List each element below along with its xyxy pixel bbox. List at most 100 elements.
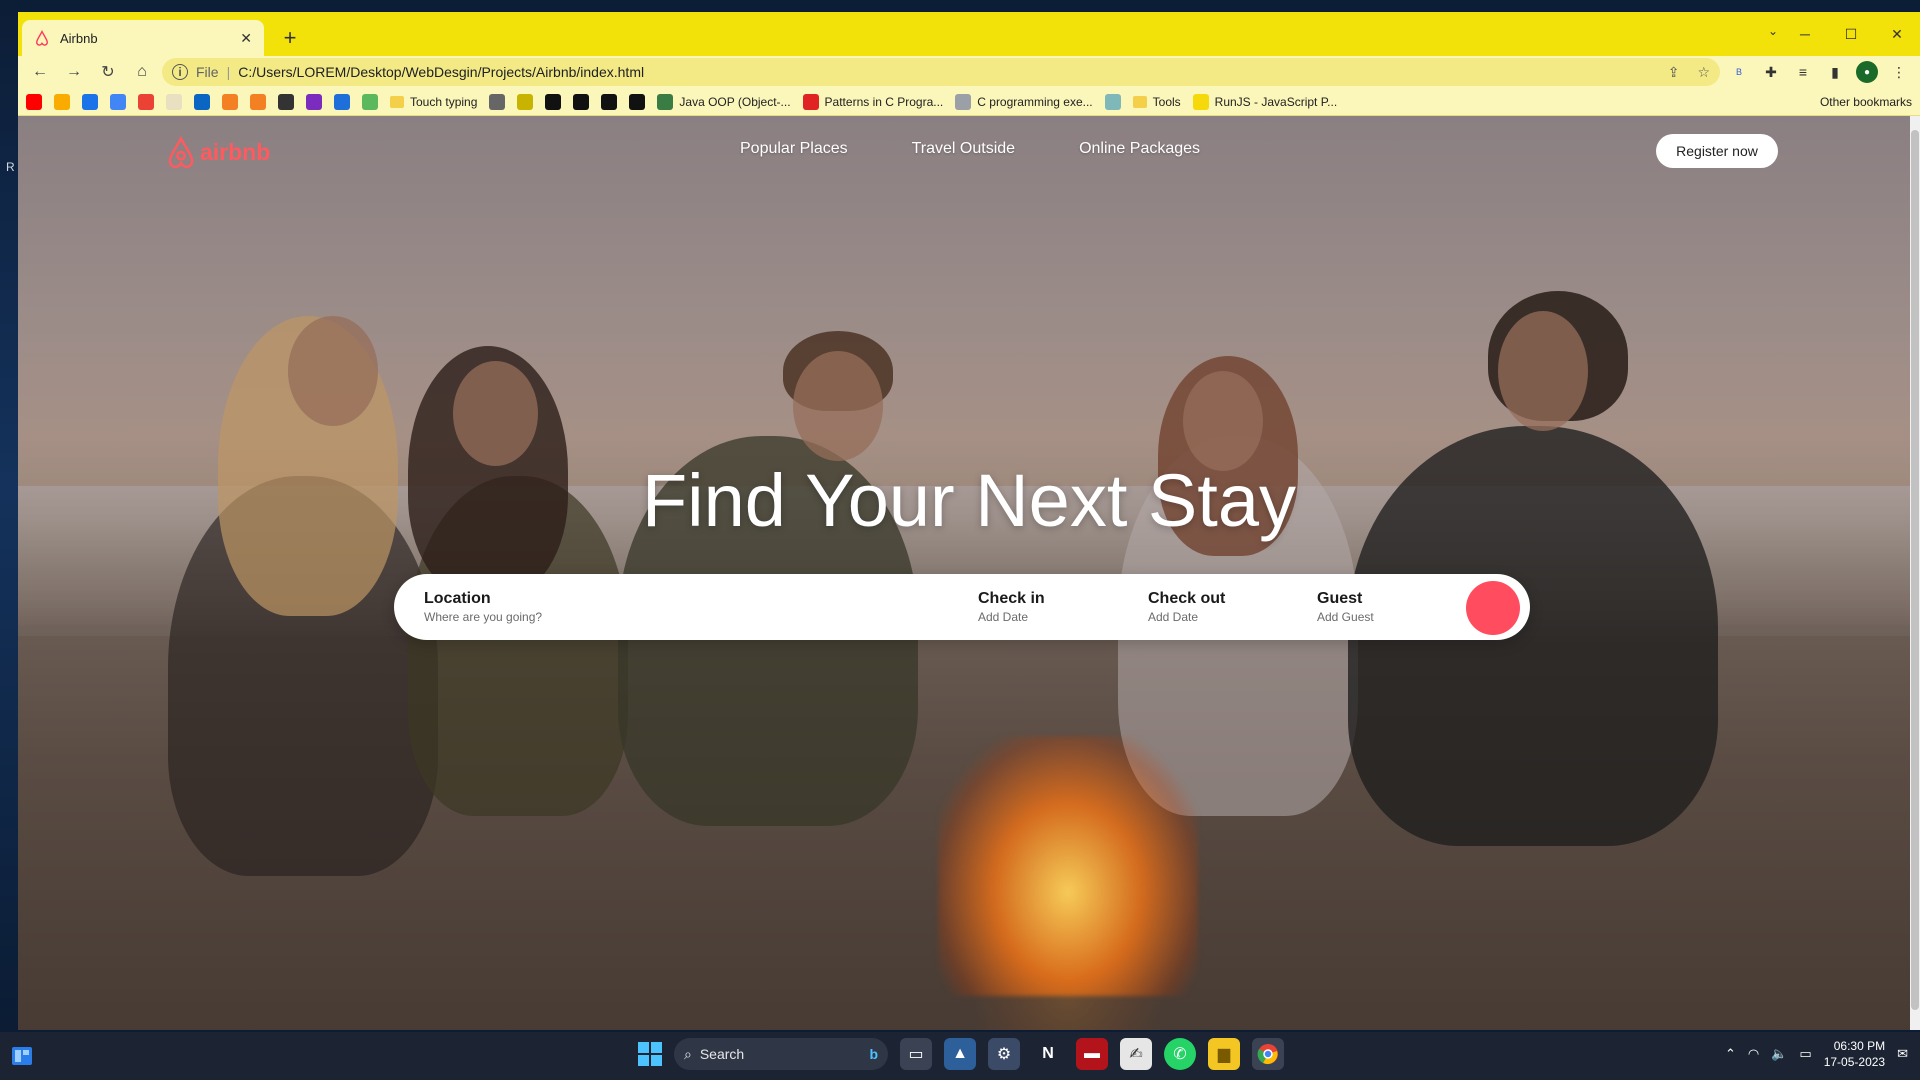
bookmark-item[interactable] [517,93,534,110]
bookmark-favicon-icon [250,93,266,110]
bookmark-item[interactable] [110,93,126,110]
menu-kebab-icon[interactable]: ⋮ [1886,59,1912,85]
bookmark-item[interactable] [362,93,378,110]
share-icon[interactable]: ⇪ [1668,64,1680,81]
page-scrollbar[interactable] [1910,116,1920,1030]
nav-popular-places[interactable]: Popular Places [740,140,848,158]
clock-time: 06:30 PM [1833,1039,1886,1053]
bookmark-label: Touch typing [410,94,478,109]
home-icon[interactable]: ⌂ [128,58,156,86]
register-now-button[interactable]: Register now [1656,134,1778,168]
volume-icon[interactable]: 🔈 [1771,1046,1787,1062]
photos-app-icon[interactable]: ▲ [944,1038,976,1070]
clock[interactable]: 06:30 PM 17-05-2023 [1824,1038,1885,1070]
back-icon[interactable]: ← [26,58,54,86]
checkin-field[interactable]: Check in Add Date [978,590,1045,624]
bookmark-item[interactable] [194,93,210,110]
bookmark-label: Patterns in C Progra... [824,94,944,109]
system-tray: ⌃ ◠ 🔈 ▭ 06:30 PM 17-05-2023 ✉ [1725,1038,1908,1070]
bookmark-item[interactable] [629,93,646,110]
nav-travel-outside[interactable]: Travel Outside [912,140,1015,158]
location-field[interactable]: Location Where are you going? [424,590,542,624]
bookmark-item[interactable] [26,93,42,110]
notifications-icon[interactable]: ✉ [1897,1046,1908,1062]
bookmark-label: C programming exe... [977,94,1093,109]
chrome-icon[interactable] [1252,1038,1284,1070]
windows-start-icon[interactable] [638,1042,662,1066]
minimize-icon[interactable]: ─ [1782,20,1828,48]
bookmark-favicon-icon [545,93,562,110]
widgets-icon[interactable] [10,1044,34,1068]
reading-list-icon[interactable]: ≡ [1790,59,1816,85]
whatsapp-icon[interactable]: ✆ [1164,1038,1196,1070]
bookmark-favicon-icon [573,93,590,110]
notion-app-icon[interactable]: N [1032,1038,1064,1070]
bookmark-item[interactable]: C programming exe... [955,93,1093,110]
search-submit-button[interactable] [1466,581,1520,635]
bookmark-item[interactable] [545,93,562,110]
airbnb-logo[interactable]: airbnb [166,136,270,168]
bookmark-item[interactable]: RunJS - JavaScript P... [1192,93,1337,110]
bookmark-favicon-icon [1104,93,1121,110]
clock-date: 17-05-2023 [1823,1055,1886,1069]
reload-icon[interactable]: ↻ [94,58,122,86]
browser-toolbar: ← → ↻ ⌂ i File | C:/Users/LOREM/Desktop/… [18,56,1920,88]
extensions-puzzle-icon[interactable]: ✚ [1758,59,1784,85]
red-app-icon[interactable]: ▬ [1076,1038,1108,1070]
scrollbar-thumb[interactable] [1911,130,1919,1010]
bookmark-item[interactable] [278,93,294,110]
battery-icon[interactable]: ▭ [1799,1046,1811,1062]
tab-search-icon[interactable]: ⌄ [1768,24,1778,38]
maximize-icon[interactable]: ☐ [1828,20,1874,48]
bookmark-item[interactable]: Tools [1132,95,1181,109]
bookmark-item[interactable] [82,93,98,110]
signature-app-icon[interactable]: ✍ [1120,1038,1152,1070]
bookmark-item[interactable] [601,93,618,110]
nav-online-packages[interactable]: Online Packages [1079,140,1200,158]
address-bar[interactable]: i File | C:/Users/LOREM/Desktop/WebDesgi… [162,58,1720,86]
extension-b-icon[interactable]: B [1726,59,1752,85]
bookmark-item[interactable] [54,93,70,110]
bookmark-item[interactable] [222,93,238,110]
airbnb-logo-icon [168,136,194,168]
folder-icon [1132,95,1147,108]
info-icon[interactable]: i [172,64,188,80]
forward-icon[interactable]: → [60,58,88,86]
wifi-icon[interactable]: ◠ [1748,1046,1759,1062]
settings-gear-icon[interactable]: ⚙ [988,1038,1020,1070]
bookmark-item[interactable] [489,93,506,110]
bookmark-item[interactable]: Touch typing [390,95,477,109]
bookmark-item[interactable] [573,93,590,110]
bookmark-item[interactable]: Patterns in C Progra... [802,93,944,110]
bookmark-favicon-icon [194,93,210,110]
file-explorer-icon[interactable]: ▆ [1208,1038,1240,1070]
bookmark-favicon-icon [955,93,972,110]
bookmark-item[interactable] [250,93,266,110]
bookmark-item[interactable] [334,93,350,110]
bookmark-item[interactable] [306,93,322,110]
bookmark-item[interactable] [138,93,154,110]
bookmark-item[interactable]: Java OOP (Object-... [657,93,791,110]
hero-head-3 [793,351,883,461]
guest-field[interactable]: Guest Add Guest [1317,590,1374,624]
bookmark-favicon-icon [278,93,294,110]
bookmark-favicon-icon [489,93,506,110]
tray-overflow-icon[interactable]: ⌃ [1725,1046,1736,1062]
taskbar-search[interactable]: ⌕ Search b [674,1038,888,1070]
task-view-icon[interactable]: ▭ [900,1038,932,1070]
bookmark-item[interactable] [1104,93,1121,110]
guest-placeholder: Add Guest [1317,610,1374,624]
profile-avatar[interactable]: ● [1854,59,1880,85]
bookmark-favicon-icon [222,93,238,110]
new-tab-button[interactable]: + [276,24,304,52]
side-panel-icon[interactable]: ▮ [1822,59,1848,85]
bookmark-favicon-icon [54,93,70,110]
checkout-field[interactable]: Check out Add Date [1148,590,1225,624]
close-window-icon[interactable]: ✕ [1874,20,1920,48]
other-bookmarks[interactable]: Other bookmarks [1814,95,1912,109]
close-tab-icon[interactable]: ✕ [240,30,252,47]
bookmark-item[interactable] [166,93,182,110]
bookmark-star-icon[interactable]: ☆ [1697,64,1710,81]
page-viewport: airbnb Popular Places Travel Outside Onl… [18,116,1920,1030]
tab-airbnb[interactable]: Airbnb ✕ [22,20,264,56]
